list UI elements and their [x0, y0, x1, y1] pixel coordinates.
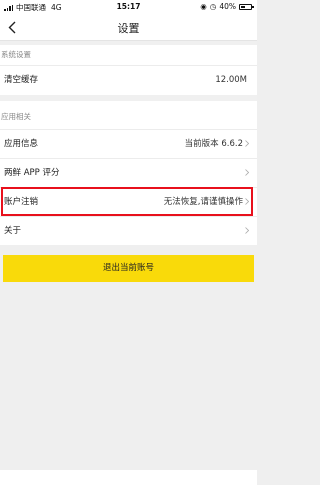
battery-percent: 40% [219, 2, 236, 11]
clear-cache-label: 清空缓存 [4, 75, 39, 85]
app-version-value: 当前版本 6.6.2 [184, 139, 243, 149]
account-deletion-warning: 无法恢复,请谨慎操作 [163, 197, 243, 207]
alarm-icon: ◷ [209, 2, 217, 11]
lock-rotation-icon: ◉ [200, 2, 207, 11]
about-label: 关于 [4, 226, 22, 236]
section-label-app: 应用相关 [0, 101, 257, 129]
status-right: ◉ ◷ 40% [200, 2, 254, 11]
chevron-right-icon [245, 227, 249, 234]
navigation-bar: 设置 [0, 14, 257, 41]
chevron-right-icon [245, 169, 249, 176]
bottom-bar [0, 470, 257, 485]
rate-app-row[interactable]: 两鲜 APP 评分 [0, 159, 257, 187]
cache-size-value: 12.00M [215, 75, 247, 85]
rate-app-label: 两鲜 APP 评分 [4, 168, 60, 178]
clear-cache-row[interactable]: 清空缓存 12.00M [0, 66, 257, 95]
logout-button[interactable]: 退出当前账号 [3, 255, 254, 282]
section-label-system: 系统设置 [0, 45, 257, 65]
chevron-right-icon [245, 140, 249, 147]
battery-icon [239, 3, 254, 10]
app-info-row[interactable]: 应用信息 当前版本 6.6.2 [0, 130, 257, 158]
chevron-right-icon [245, 198, 249, 205]
account-deletion-row[interactable]: 账户注销 无法恢复,请谨慎操作 [0, 188, 257, 216]
page-title: 设置 [117, 22, 140, 35]
about-row[interactable]: 关于 [0, 217, 257, 245]
status-bar: 中国联通 4G 15:17 ◉ ◷ 40% [0, 0, 257, 14]
app-info-label: 应用信息 [4, 139, 39, 149]
account-deletion-label: 账户注销 [4, 197, 39, 207]
